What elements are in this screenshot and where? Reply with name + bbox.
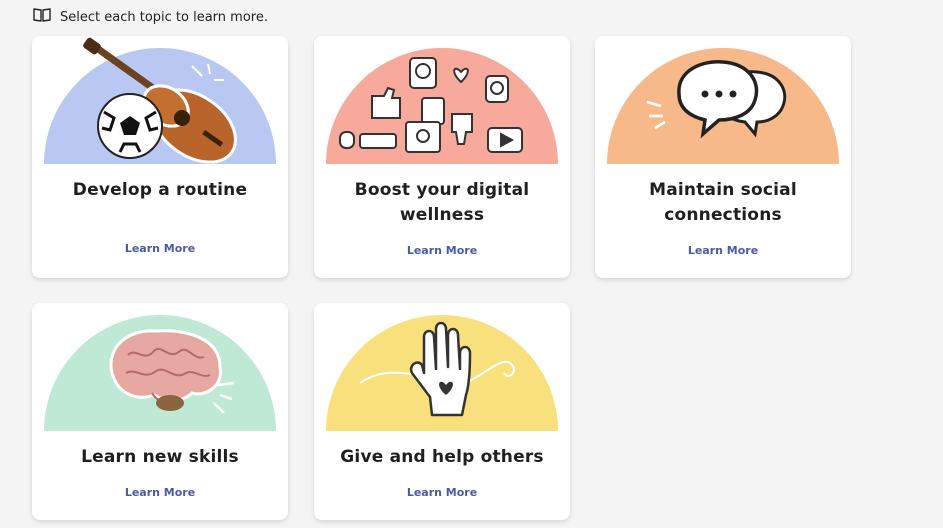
topic-card-digital-wellness[interactable]: Boost your digital wellness Learn More <box>314 36 570 278</box>
routine-illustration <box>44 36 276 164</box>
topic-card-give-help[interactable]: Give and help others Learn More <box>314 303 570 520</box>
learn-more-link[interactable]: Learn More <box>32 486 288 499</box>
learn-more-link[interactable]: Learn More <box>32 242 288 255</box>
topic-card-develop-routine[interactable]: Develop a routine Learn More <box>32 36 288 278</box>
learn-more-link[interactable]: Learn More <box>314 244 570 257</box>
learn-more-link[interactable]: Learn More <box>595 244 851 257</box>
digital-wellness-illustration <box>326 36 558 164</box>
give-help-illustration <box>326 303 558 431</box>
card-title: Maintain social connections <box>649 180 797 225</box>
social-connections-illustration <box>607 36 839 164</box>
instruction-header: Select each topic to learn more. <box>32 6 268 28</box>
soccer-ball-icon <box>97 93 163 159</box>
instruction-text: Select each topic to learn more. <box>60 9 268 25</box>
learn-skills-illustration <box>44 303 276 431</box>
card-title: Boost your digital wellness <box>354 180 530 225</box>
card-title: Develop a routine <box>72 180 248 200</box>
open-book-icon <box>32 7 52 27</box>
topic-card-social-connections[interactable]: Maintain social connections Learn More <box>595 36 851 278</box>
card-title: Learn new skills <box>81 447 239 467</box>
topic-card-learn-skills[interactable]: Learn new skills Learn More <box>32 303 288 520</box>
learn-more-link[interactable]: Learn More <box>314 486 570 499</box>
card-title: Give and help others <box>340 447 544 467</box>
